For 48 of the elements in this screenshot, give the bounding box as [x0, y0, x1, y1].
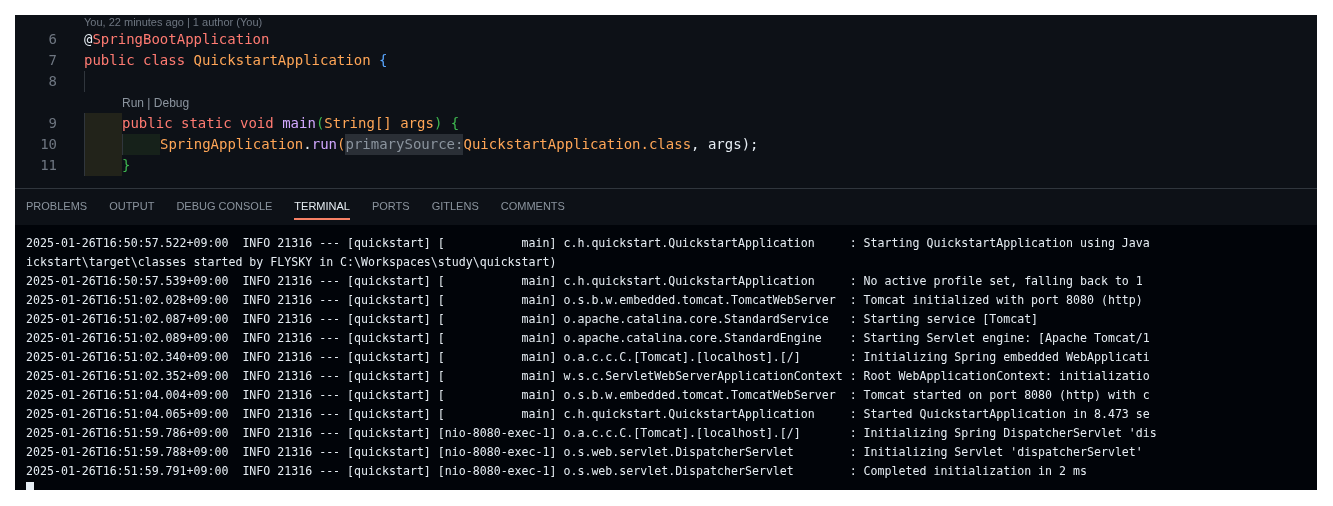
line-number: 7 [47, 51, 57, 70]
code-token: run [311, 135, 338, 154]
code-token: { [379, 51, 388, 70]
terminal-line: 2025-01-26T16:50:57.539+09:00 INFO 21316 --- [quickstart] [ main] c.h.quickstart.QuickstartApplication : No active profile set, falling back to 1 [26, 273, 1144, 290]
terminal-line: 2025-01-26T16:51:02.340+09:00 INFO 21316 --- [quickstart] [ main] o.a.c.c.C.[Tomcat].[localhost].[/] : Initializing Spring embedded WebApplicati [26, 349, 1151, 366]
terminal-line: 2025-01-26T16:51:59.786+09:00 INFO 21316 --- [quickstart] [nio-8080-exec-1] o.a.c.c.C.[Tomcat].[localhost].[/] : Initializing Spring DispatcherServlet 'dis [26, 425, 1158, 442]
terminal-line: 2025-01-26T16:51:59.788+09:00 INFO 21316 --- [quickstart] [nio-8080-exec-1] o.s.web.servlet.DispatcherServlet : Initializing Servlet 'dispatcherServlet' [26, 444, 1144, 461]
codelens-actions[interactable]: Run | Debug [122, 93, 190, 112]
terminal-cursor [26, 482, 34, 490]
code-token: SpringApplication [160, 135, 304, 154]
panel-tab[interactable]: OUTPUT [109, 194, 155, 220]
terminal-line: 2025-01-26T16:50:57.522+09:00 INFO 21316 --- [quickstart] [ main] c.h.quickstart.QuickstartApplication : Starting QuickstartApplication using Java [26, 235, 1151, 252]
code-token: public static void [122, 114, 275, 133]
terminal-line: 2025-01-26T16:51:02.028+09:00 INFO 21316 --- [quickstart] [ main] o.s.b.w.embedded.tomcat.TomcatWebServer : Tomcat initialized with port 8080 (http) [26, 292, 1144, 309]
code-token: } [122, 156, 131, 175]
code-token: main [282, 114, 316, 133]
code-token: SpringBootApplication [92, 30, 270, 49]
panel-tab[interactable]: PORTS [371, 194, 410, 220]
code-token: public class [84, 51, 187, 70]
code-token: String[] args [324, 114, 434, 133]
terminal-line: 2025-01-26T16:51:04.065+09:00 INFO 21316 --- [quickstart] [ main] c.h.quickstart.QuickstartApplication : Started QuickstartApplication in 8.473 se [26, 406, 1151, 423]
line-number: 6 [47, 30, 57, 49]
panel-tab[interactable]: COMMENTS [500, 194, 565, 220]
terminal-line: 2025-01-26T16:51:04.004+09:00 INFO 21316 --- [quickstart] [ main] o.s.b.w.embedded.tomcat.TomcatWebServer : Tomcat started on port 8080 (http) with c [26, 387, 1151, 404]
panel-tab[interactable]: DEBUG CONSOLE [176, 194, 273, 220]
code-token: QuickstartApplication [193, 51, 372, 70]
line-number: 9 [47, 114, 57, 133]
code-token: ( [315, 114, 325, 133]
code-token: ) { [433, 114, 460, 133]
terminal-line: 2025-01-26T16:51:02.087+09:00 INFO 21316 --- [quickstart] [ main] o.apache.catalina.core.StandardService : Starting service [Tomcat] [26, 311, 1040, 328]
code-token: , args); [691, 135, 759, 154]
code-token: . [303, 135, 312, 154]
blame-annotation[interactable]: You, 22 minutes ago | 1 author (You) [84, 15, 263, 29]
terminal-line: 2025-01-26T16:51:59.791+09:00 INFO 21316 --- [quickstart] [nio-8080-exec-1] o.s.web.servlet.DispatcherServlet : Completed initialization in 2 ms [26, 463, 1088, 480]
terminal-line: 2025-01-26T16:51:02.089+09:00 INFO 21316 --- [quickstart] [ main] o.apache.catalina.core.StandardEngine : Starting Servlet engine: [Apache Tomcat/1 [26, 330, 1151, 347]
terminal-line: ickstart\target\classes started by FLYSKY in C:\Workspaces\study\quickstart) [26, 254, 558, 271]
line-number: 8 [47, 72, 57, 91]
terminal-line: 2025-01-26T16:51:02.352+09:00 INFO 21316 --- [quickstart] [ main] w.s.c.ServletWebServerApplicationContext : Root WebApplicationContext: initializatio [26, 368, 1151, 385]
terminal-panel[interactable] [15, 225, 1317, 490]
line-number: 11 [39, 156, 57, 175]
code-token: @ [84, 30, 93, 49]
code-token: ( [337, 135, 346, 154]
panel-tab[interactable]: TERMINAL [294, 194, 350, 220]
panel-tab[interactable]: PROBLEMS [26, 194, 88, 220]
panel-tab[interactable]: GITLENS [431, 194, 479, 220]
line-number: 10 [39, 135, 57, 154]
code-token: QuickstartApplication.class [463, 135, 692, 154]
inlay-hint: primarySource: [345, 134, 464, 155]
